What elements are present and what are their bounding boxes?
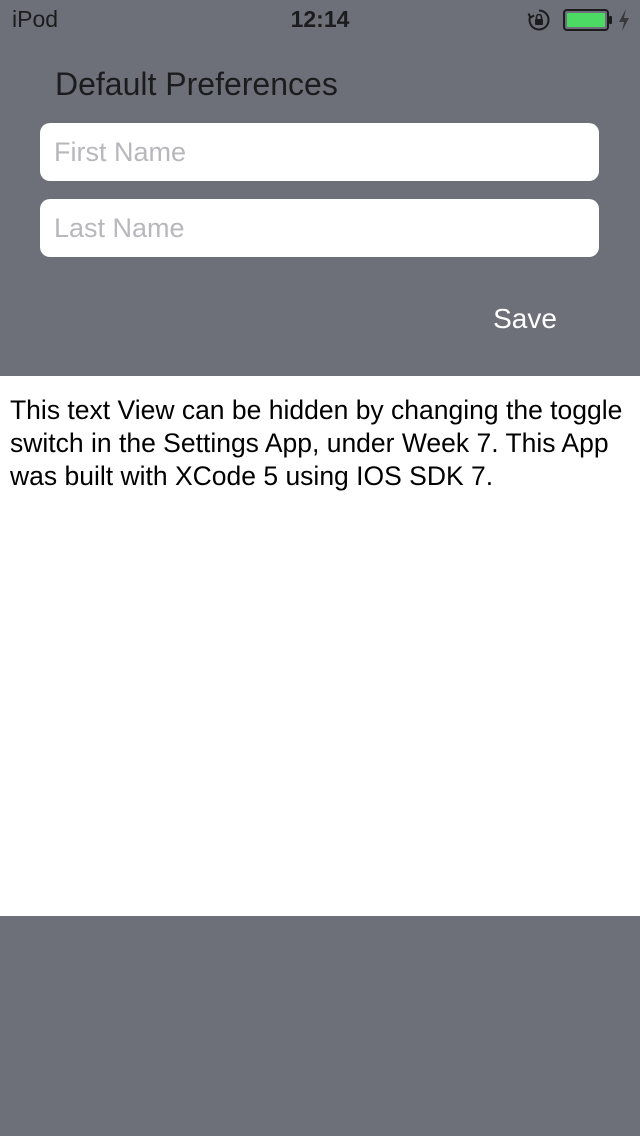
first-name-field[interactable] [40,123,599,181]
charging-icon [617,8,631,32]
info-text-view[interactable]: This text View can be hidden by changing… [0,376,640,916]
status-bar: iPod 12:14 [0,0,640,40]
save-button[interactable]: Save [470,296,580,342]
last-name-field[interactable] [40,199,599,257]
battery-icon [563,9,613,31]
page-title: Default Preferences [55,66,338,102]
orientation-lock-icon [527,8,551,32]
